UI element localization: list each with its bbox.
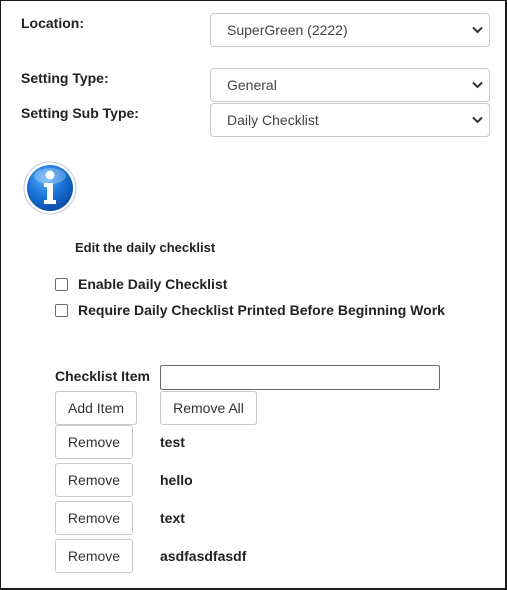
list-item: asdfasdfasdf	[160, 548, 247, 564]
setting-sub-type-select[interactable]: Daily Checklist	[210, 103, 490, 137]
list-item: hello	[160, 472, 193, 488]
setting-sub-type-select-value: Daily Checklist	[227, 112, 319, 128]
location-select-value: SuperGreen (2222)	[227, 22, 348, 38]
info-icon	[22, 160, 78, 216]
enable-daily-checklist-row[interactable]: Enable Daily Checklist	[55, 276, 227, 292]
setting-type-select[interactable]: General	[210, 68, 490, 102]
location-label: Location:	[21, 15, 84, 31]
enable-daily-checklist-label: Enable Daily Checklist	[78, 276, 228, 292]
require-printed-label: Require Daily Checklist Printed Before B…	[78, 302, 445, 318]
chevron-down-icon	[465, 26, 489, 34]
section-title: Edit the daily checklist	[75, 240, 216, 255]
remove-item-button[interactable]: Remove	[55, 425, 133, 459]
list-item: test	[160, 434, 185, 450]
remove-all-button[interactable]: Remove All	[160, 391, 257, 425]
list-item: text	[160, 510, 185, 526]
require-printed-checkbox[interactable]	[55, 303, 68, 317]
require-printed-row[interactable]: Require Daily Checklist Printed Before B…	[55, 302, 445, 318]
remove-item-button[interactable]: Remove	[55, 539, 133, 573]
setting-sub-type-label: Setting Sub Type:	[21, 105, 139, 121]
remove-item-button[interactable]: Remove	[55, 501, 133, 535]
add-item-button[interactable]: Add Item	[55, 391, 137, 425]
chevron-down-icon	[465, 116, 489, 124]
checklist-item-label: Checklist Item	[55, 368, 150, 384]
remove-item-button[interactable]: Remove	[55, 463, 133, 497]
location-select[interactable]: SuperGreen (2222)	[210, 13, 490, 47]
enable-daily-checklist-checkbox[interactable]	[55, 277, 68, 291]
checklist-item-input[interactable]	[160, 365, 440, 390]
setting-type-select-value: General	[227, 77, 277, 93]
settings-panel: Location: SuperGreen (2222) Setting Type…	[0, 0, 507, 590]
chevron-down-icon	[465, 81, 489, 89]
setting-type-label: Setting Type:	[21, 70, 109, 86]
